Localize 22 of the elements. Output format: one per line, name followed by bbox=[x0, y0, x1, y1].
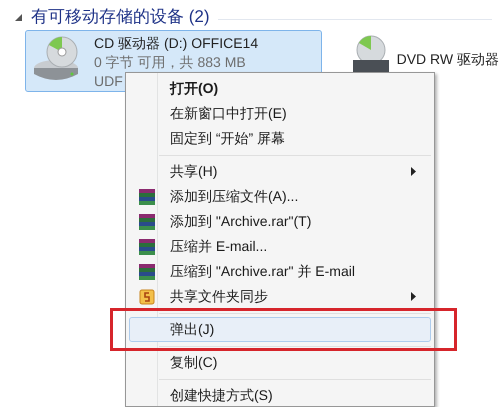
menu-item[interactable]: 共享(H) bbox=[129, 159, 431, 184]
books-icon bbox=[138, 212, 156, 230]
menu-item[interactable]: 压缩并 E-mail... bbox=[129, 234, 431, 259]
group-header: 有可移动存储的设备 (2) bbox=[31, 6, 210, 28]
books-icon bbox=[138, 262, 156, 280]
file-system: UDF bbox=[94, 72, 123, 91]
menu-item[interactable]: 创建快捷方式(S) bbox=[129, 383, 431, 407]
sync-icon bbox=[139, 288, 155, 304]
menu-item[interactable]: 固定到 “开始” 屏幕 bbox=[129, 126, 431, 151]
menu-item[interactable]: 压缩到 "Archive.rar" 并 E-mail bbox=[129, 259, 431, 284]
drive-name: DVD RW 驱动器 bbox=[396, 50, 499, 69]
books-icon bbox=[138, 188, 156, 206]
menu-item[interactable]: 在新窗口中打开(E) bbox=[129, 101, 431, 126]
menu-item[interactable]: 添加到 "Archive.rar"(T) bbox=[129, 209, 431, 234]
drive-icon bbox=[350, 34, 391, 74]
menu-item[interactable]: 弹出(J) bbox=[129, 317, 431, 342]
books-icon bbox=[138, 238, 156, 256]
drive-space: 0 字节 可用，共 883 MB bbox=[94, 53, 246, 72]
menu-item[interactable]: 共享文件夹同步 bbox=[129, 284, 431, 309]
menu-item[interactable]: 添加到压缩文件(A)... bbox=[129, 184, 431, 209]
menu-item[interactable]: 复制(C) bbox=[129, 350, 431, 375]
drive-name: CD 驱动器 (D:) OFFICE14 bbox=[94, 34, 258, 53]
